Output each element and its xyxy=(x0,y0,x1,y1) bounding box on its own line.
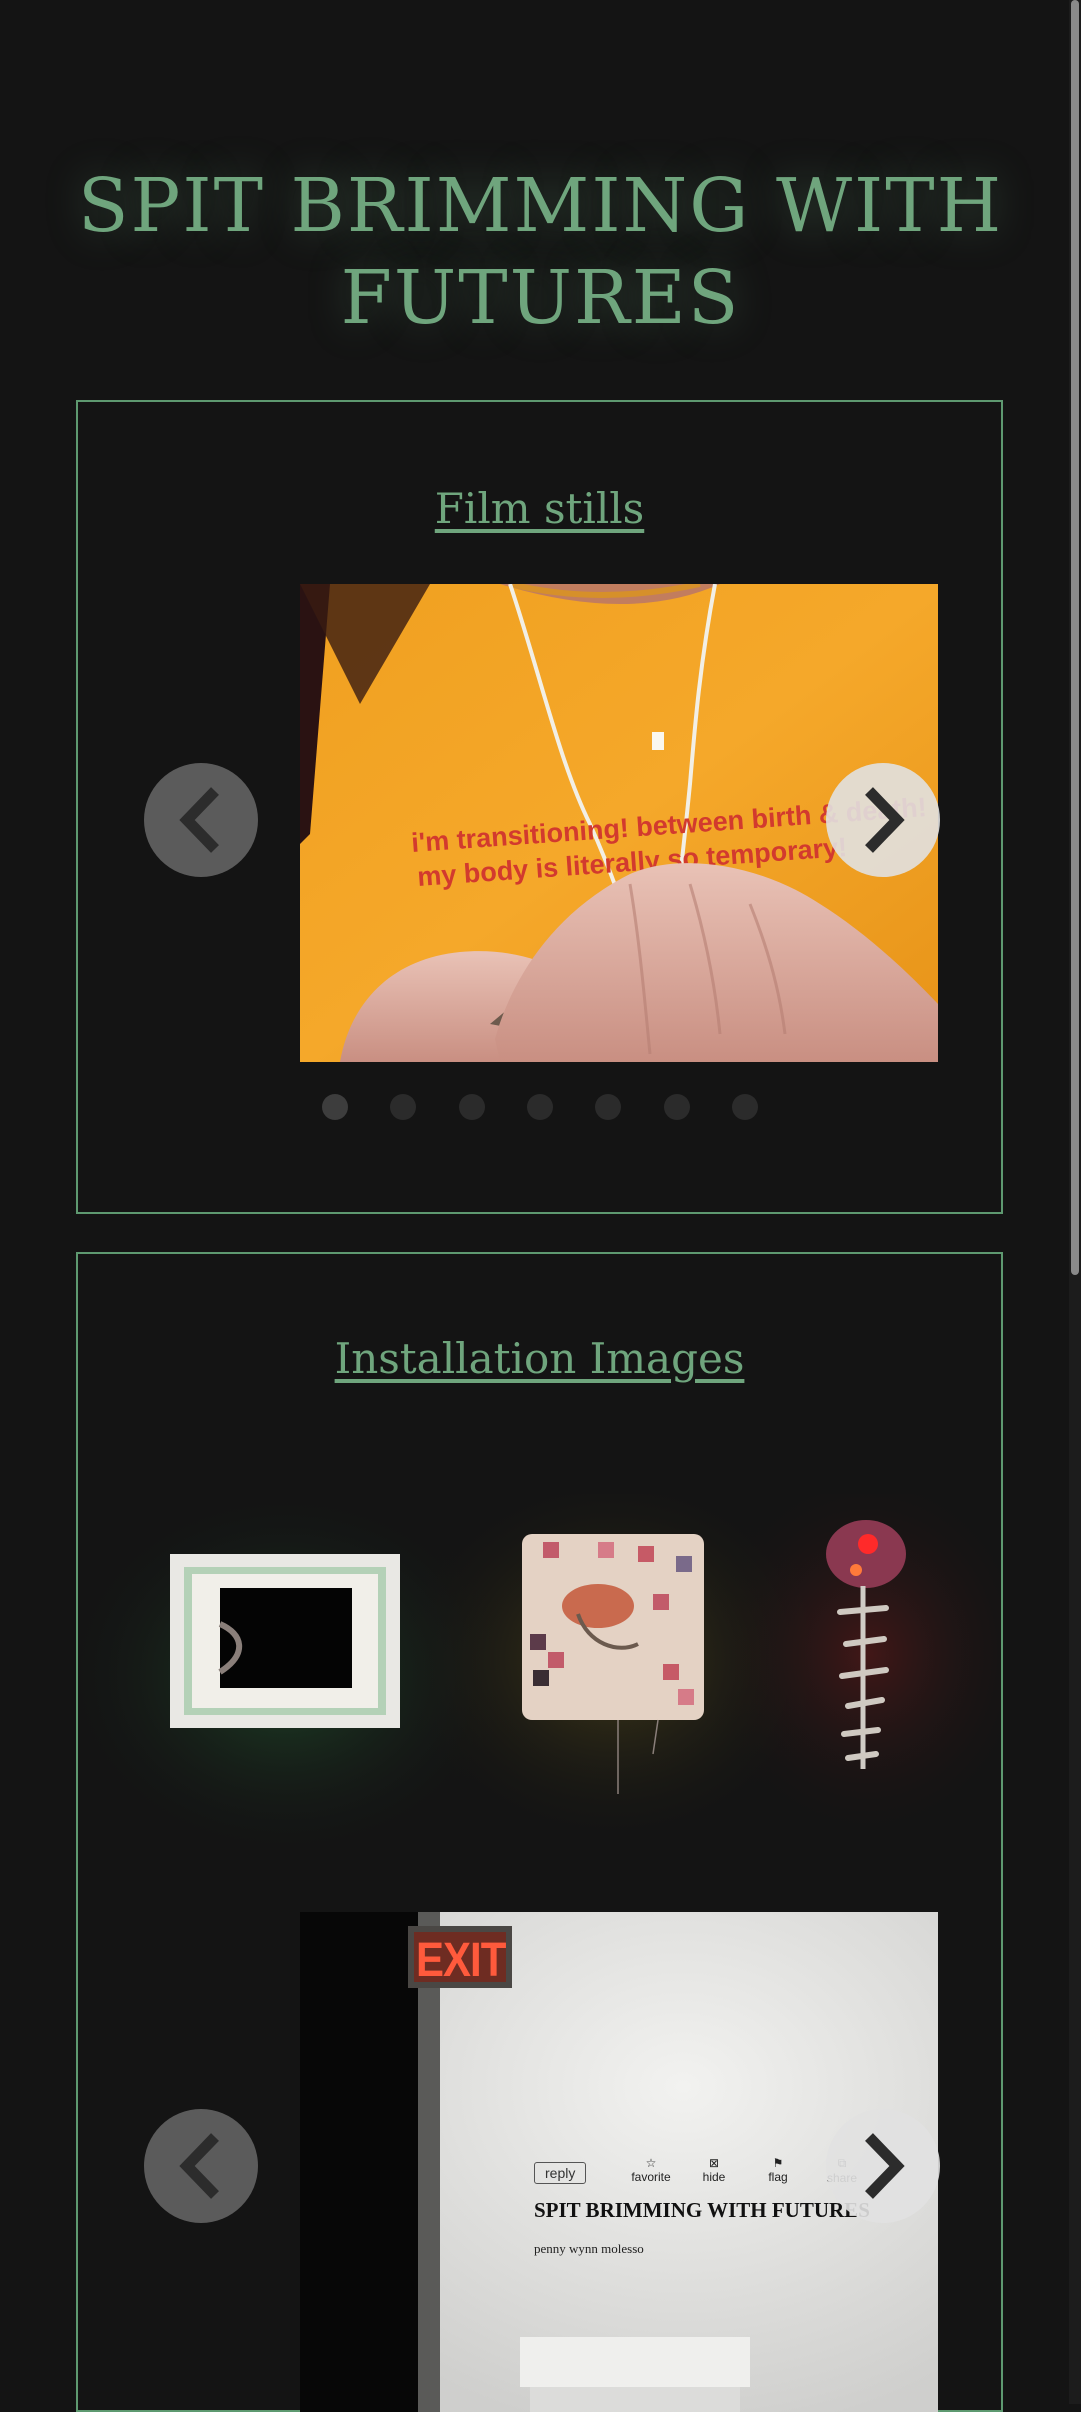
installation-heading[interactable]: Installation Images xyxy=(78,1334,1001,1383)
pagination-dot[interactable] xyxy=(527,1094,553,1120)
pagination-dot[interactable] xyxy=(732,1094,758,1120)
film-stills-prev-button[interactable] xyxy=(144,763,258,877)
film-stills-next-button[interactable] xyxy=(826,763,940,877)
pagination-dot[interactable] xyxy=(459,1094,485,1120)
chevron-left-icon xyxy=(179,2133,219,2199)
pagination-dot[interactable] xyxy=(322,1094,348,1120)
installation-gallery xyxy=(56,1464,1038,1864)
chevron-right-icon xyxy=(865,787,905,853)
scrollbar[interactable] xyxy=(1069,0,1081,2404)
exit-sign: EXIT xyxy=(416,1932,506,1987)
wall-flag-label: ⚑ flag xyxy=(768,2156,788,2184)
wall-reply-button: reply xyxy=(534,2162,587,2184)
film-stills-panel: Film stills i'm transitioning! between b… xyxy=(76,400,1003,1214)
installation-prev-button[interactable] xyxy=(144,2109,258,2223)
chevron-left-icon xyxy=(179,787,219,853)
film-stills-pagination xyxy=(0,1094,1081,1124)
wall-author: penny wynn molesso xyxy=(534,2241,644,2256)
wall-favorite-label: ☆ favorite xyxy=(631,2156,671,2184)
pagination-dot[interactable] xyxy=(595,1094,621,1120)
pagination-dot[interactable] xyxy=(664,1094,690,1120)
wall-hide-label: ⊠ hide xyxy=(702,2156,726,2184)
film-stills-heading[interactable]: Film stills xyxy=(78,484,1001,533)
installation-panel: Installation Images EXIT reply ☆ favorit… xyxy=(56,1252,1038,2412)
chevron-right-icon xyxy=(865,2133,905,2199)
page-title: SPIT BRIMMING WITH FUTURES xyxy=(77,163,1004,341)
framed-sculpture[interactable] xyxy=(170,1554,400,1728)
installation-next-button[interactable] xyxy=(826,2109,940,2223)
pagination-dot[interactable] xyxy=(390,1094,416,1120)
